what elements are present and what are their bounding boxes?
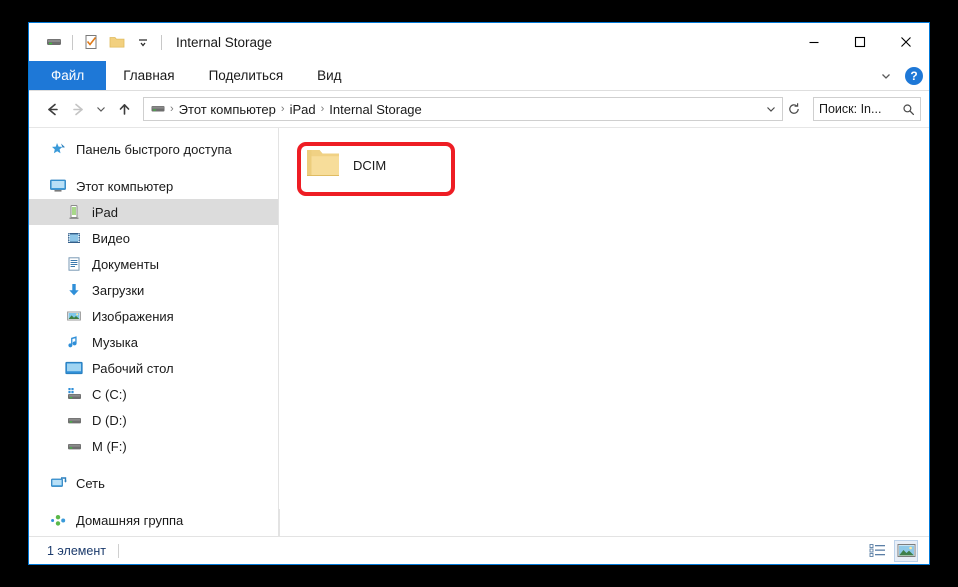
sidebar-label-music: Музыка [92,335,138,350]
desktop-folder-icon [63,358,85,378]
sidebar-item-quick-access[interactable]: Панель быстрого доступа [29,136,278,162]
window-controls [791,23,929,61]
new-folder-icon[interactable] [104,29,130,55]
ribbon-right-controls: ? [875,61,923,91]
sidebar-label-homegroup: Домашняя группа [76,513,183,528]
sidebar-label-desktop: Рабочий стол [92,361,174,376]
downloads-folder-icon [63,280,85,300]
sidebar-item-drive-m[interactable]: M (F:) [29,433,278,459]
documents-folder-icon [63,254,85,274]
homegroup-icon [47,510,69,530]
star-pin-icon [47,139,69,159]
sidebar-item-downloads[interactable]: Загрузки [29,277,278,303]
status-column-divider [279,509,280,537]
file-item-label: DCIM [353,158,386,173]
address-bar[interactable]: › Этот компьютер › iPad › Internal Stora… [143,97,783,121]
view-mode-buttons [866,541,917,561]
sidebar-gap-3 [29,496,278,507]
help-icon[interactable]: ? [905,67,923,85]
status-bar: 1 элемент [29,536,929,564]
item-count-label: 1 элемент [47,544,106,558]
breadcrumb-item-computer[interactable]: Этот компьютер [175,102,280,117]
breadcrumb-item-internal-storage[interactable]: Internal Storage [325,102,426,117]
quick-access-toolbar: Internal Storage [29,29,272,55]
title-bar: Internal Storage [29,23,929,61]
sidebar-item-drive-c[interactable]: C (C:) [29,381,278,407]
sidebar-gap-1 [29,162,278,173]
file-item-dcim[interactable]: DCIM [297,142,447,188]
sidebar-item-pictures[interactable]: Изображения [29,303,278,329]
window-title: Internal Storage [176,35,272,50]
sidebar-label-network: Сеть [76,476,105,491]
tab-share[interactable]: Поделиться [192,61,301,90]
maximize-button[interactable] [837,23,883,61]
computer-icon [47,176,69,196]
up-button[interactable] [111,96,137,122]
drive-icon [63,436,85,456]
sidebar-label-ipad: iPad [92,205,118,220]
device-drive-icon[interactable] [41,29,67,55]
address-dropdown-icon[interactable] [761,98,780,120]
sidebar-item-music[interactable]: Музыка [29,329,278,355]
details-view-button[interactable] [866,541,888,561]
sidebar-label-drive-m: M (F:) [92,439,127,454]
network-icon [47,473,69,493]
large-icons-view-button[interactable] [895,541,917,561]
sidebar-label-drive-d: D (D:) [92,413,127,428]
videos-folder-icon [63,228,85,248]
close-button[interactable] [883,23,929,61]
sidebar-label-downloads: Загрузки [92,283,144,298]
search-icon [902,103,915,116]
pictures-folder-icon [63,306,85,326]
forward-button[interactable] [65,96,91,122]
search-placeholder: Поиск: In... [819,102,881,116]
tab-view[interactable]: Вид [300,61,358,90]
refresh-button[interactable] [783,97,805,121]
sidebar-label-drive-c: C (C:) [92,387,127,402]
file-item-wrapper: DCIM [297,142,455,196]
sidebar-label-videos: Видео [92,231,130,246]
system-drive-icon [63,384,85,404]
sidebar-item-desktop[interactable]: Рабочий стол [29,355,278,381]
sidebar-item-documents[interactable]: Документы [29,251,278,277]
sidebar-item-videos[interactable]: Видео [29,225,278,251]
minimize-ribbon-chevron-icon[interactable] [875,65,897,87]
qat-divider-2 [161,35,162,50]
drive-icon [63,410,85,430]
sidebar-item-network[interactable]: Сеть [29,470,278,496]
sidebar-item-homegroup[interactable]: Домашняя группа [29,507,278,533]
sidebar-label-this-pc: Этот компьютер [76,179,173,194]
sidebar-gap-2 [29,459,278,470]
explorer-window: Internal Storage Файл Главная Поделиться… [28,22,930,565]
address-toolbar: › Этот компьютер › iPad › Internal Stora… [29,91,929,127]
sidebar-label-documents: Документы [92,257,159,272]
recent-locations-chevron-icon[interactable] [91,96,111,122]
minimize-button[interactable] [791,23,837,61]
back-button[interactable] [39,96,65,122]
ribbon-tab-bar: Файл Главная Поделиться Вид ? [29,61,929,91]
sidebar-label-quick-access: Панель быстрого доступа [76,142,232,157]
breadcrumb-item-ipad[interactable]: iPad [286,102,320,117]
music-folder-icon [63,332,85,352]
file-list-pane[interactable]: DCIM [279,128,929,536]
breadcrumb: › Этот компьютер › iPad › Internal Stora… [169,102,761,117]
sidebar-item-drive-d[interactable]: D (D:) [29,407,278,433]
sidebar-item-this-pc[interactable]: Этот компьютер [29,173,278,199]
customize-qat-chevron-icon[interactable] [130,29,156,55]
tab-home[interactable]: Главная [106,61,191,90]
explorer-body: Панель быстрого доступа Этот компьютер [29,127,929,536]
status-divider [118,544,119,558]
sidebar-label-pictures: Изображения [92,309,174,324]
properties-icon[interactable] [78,29,104,55]
folder-icon [305,147,341,184]
navigation-pane: Панель быстрого доступа Этот компьютер [29,128,279,536]
address-device-icon [150,101,166,117]
search-input[interactable]: Поиск: In... [813,97,921,121]
portable-device-icon [63,202,85,222]
tab-file[interactable]: Файл [29,61,106,90]
sidebar-item-ipad[interactable]: iPad [29,199,278,225]
qat-divider [72,35,73,50]
